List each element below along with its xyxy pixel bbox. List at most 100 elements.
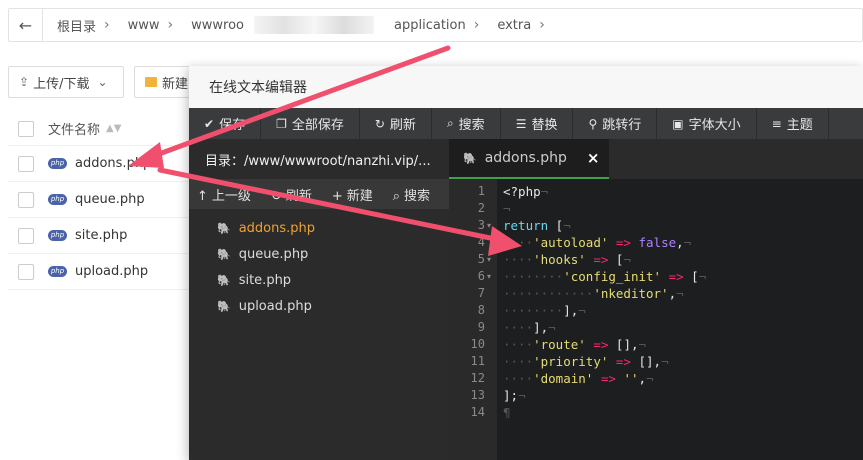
upload-download-button[interactable]: ⇪ 上传/下载 ⌄ xyxy=(8,66,124,98)
check-icon: ✔ xyxy=(204,116,215,131)
code-line: ];¬ xyxy=(503,388,526,403)
file-row[interactable]: php site.php xyxy=(8,218,198,254)
code-area[interactable]: <?php¬ ¬ return [¬ ····'autoload' => false,… xyxy=(497,179,863,460)
sidebar-action-plus[interactable]: + 新建 xyxy=(332,185,373,204)
file-name[interactable]: upload.php xyxy=(75,264,148,279)
font-size-icon: ▣ xyxy=(672,116,684,131)
breadcrumb-item-root[interactable]: 根目录 xyxy=(43,16,102,35)
code-line: ····'autoload' => false,¬ xyxy=(503,235,692,250)
sidebar-action-label: 搜索 xyxy=(404,188,431,204)
toolbar-button-label: 主题 xyxy=(786,118,813,133)
php-file-icon: php xyxy=(48,158,67,169)
sort-icon[interactable]: ▲▼ xyxy=(106,123,121,134)
line-number: 5 xyxy=(477,252,485,266)
toolbar-button-goto-line[interactable]: ⚲ 跳转行 xyxy=(573,108,658,139)
breadcrumb-item-www[interactable]: www xyxy=(112,18,166,33)
redacted-region xyxy=(254,16,375,34)
php-elephant-icon: 🐘 xyxy=(217,247,231,261)
file-row[interactable]: php addons.php xyxy=(8,146,198,182)
line-number: 1 xyxy=(477,184,485,198)
sidebar-file-name: queue.php xyxy=(238,246,309,262)
toolbar-button-copy[interactable]: ❐ 全部保存 xyxy=(261,108,360,139)
toolbar-button-check[interactable]: ✔ 保存 xyxy=(189,108,262,139)
sidebar-file-item[interactable]: 🐘 upload.php xyxy=(189,293,449,319)
refresh-icon: ↻ xyxy=(270,188,282,204)
editor-tab-bar: 🐘 addons.php × xyxy=(449,139,863,179)
file-checkbox[interactable] xyxy=(18,155,34,172)
fold-toggle-icon[interactable]: ▾ xyxy=(487,217,491,234)
sidebar-file-list: 🐘 addons.php 🐘 queue.php 🐘 site.php 🐘 upload.ph… xyxy=(189,209,449,319)
sidebar-file-item[interactable]: 🐘 addons.php xyxy=(189,215,449,241)
toolbar-button-label: 刷新 xyxy=(389,118,416,133)
file-name[interactable]: site.php xyxy=(75,228,127,243)
up-level-icon: ↑ xyxy=(197,188,208,204)
tab-addons[interactable]: 🐘 addons.php × xyxy=(449,139,609,179)
sidebar-action-label: 刷新 xyxy=(285,188,312,204)
sidebar-file-item[interactable]: 🐘 queue.php xyxy=(189,241,449,267)
breadcrumb-item-extra[interactable]: extra xyxy=(481,18,537,33)
toolbar-button-font-size[interactable]: ▣ 字体大小 xyxy=(657,108,757,139)
line-number: 12 xyxy=(470,371,485,385)
toolbar-button-theme[interactable]: ≡ 主题 xyxy=(757,108,829,139)
line-number-gutter: 1 2 3 ▾ 4 5 ▾ 6 ▾ 7 8 9 10 11 12 13 14 xyxy=(449,179,497,460)
file-name[interactable]: queue.php xyxy=(75,192,145,207)
sidebar-action-up-level[interactable]: ↑ 上一级 xyxy=(197,185,251,204)
close-icon[interactable]: × xyxy=(587,149,600,167)
chevron-down-icon: ⌄ xyxy=(97,75,108,89)
line-number: 11 xyxy=(470,354,485,368)
code-line: ····'route' => [],¬ xyxy=(503,337,647,352)
toolbar-button-label: 跳转行 xyxy=(602,118,642,133)
file-row[interactable]: php upload.php xyxy=(8,254,198,290)
php-file-icon: php xyxy=(48,230,67,241)
breadcrumb: ← 根目录 › www › wwwroo application › extra… xyxy=(8,8,863,42)
editor-title-bar[interactable]: 在线文本编辑器 xyxy=(189,66,863,108)
code-line: <?php¬ xyxy=(503,184,549,199)
sidebar-directory-path: 目录：/www/wwwroot/nanzhi.vip/... xyxy=(205,153,431,169)
new-folder-icon xyxy=(145,77,157,87)
sidebar-action-search[interactable]: ⌕ 搜索 xyxy=(393,185,430,204)
line-number: 6 xyxy=(477,269,485,283)
fold-toggle-icon[interactable]: ▾ xyxy=(487,251,491,268)
code-line: ············'nkeditor',¬ xyxy=(503,286,684,301)
php-file-icon: php xyxy=(48,266,67,277)
chevron-right-icon: › xyxy=(104,17,110,33)
toolbar-button-search[interactable]: ⌕ 搜索 xyxy=(432,108,501,139)
sidebar-file-item[interactable]: 🐘 site.php xyxy=(189,267,449,293)
code-line: ········],¬ xyxy=(503,303,586,318)
php-elephant-icon: 🐘 xyxy=(463,151,477,165)
code-line: ¶ xyxy=(503,405,511,420)
file-checkbox[interactable] xyxy=(18,263,34,280)
new-label: 新建 xyxy=(162,76,189,92)
select-all-checkbox[interactable] xyxy=(18,120,34,137)
chevron-right-icon: › xyxy=(539,17,545,33)
file-checkbox[interactable] xyxy=(18,191,34,208)
text-editor-window: 在线文本编辑器 ✔ 保存 ❐ 全部保存 ↻ 刷新 ⌕ 搜索 ☰ 替换 ⚲ 跳转行 ▣ 字体大小 ≡ 主题 目录… xyxy=(189,66,863,460)
column-header-filename[interactable]: 文件名称 xyxy=(48,119,100,138)
fold-toggle-icon[interactable]: ▾ xyxy=(487,268,491,285)
code-line: ¬ xyxy=(503,201,511,216)
chevron-right-icon: › xyxy=(167,17,174,33)
sidebar-file-name: site.php xyxy=(238,272,292,288)
back-arrow-icon[interactable]: ← xyxy=(9,9,43,41)
theme-icon: ≡ xyxy=(771,116,782,131)
plus-icon: + xyxy=(331,188,343,204)
file-row[interactable]: php queue.php xyxy=(8,182,198,218)
line-number: 2 xyxy=(477,201,485,215)
php-elephant-icon: 🐘 xyxy=(217,299,231,313)
code-line: ····'hooks' => [¬ xyxy=(503,252,631,267)
breadcrumb-item-wwwroot[interactable]: wwwroo xyxy=(175,18,250,33)
toolbar-button-label: 全部保存 xyxy=(291,118,344,133)
toolbar-button-refresh[interactable]: ↻ 刷新 xyxy=(360,108,432,139)
sidebar-action-refresh[interactable]: ↻ 刷新 xyxy=(271,185,312,204)
line-number: 7 xyxy=(477,286,485,300)
code-line: ········'config_init' => [¬ xyxy=(503,269,707,284)
sidebar-file-name: upload.php xyxy=(238,298,312,314)
editor-title: 在线文本编辑器 xyxy=(209,80,307,96)
file-name[interactable]: addons.php xyxy=(75,156,151,171)
toolbar-button-replace[interactable]: ☰ 替换 xyxy=(501,108,574,139)
file-checkbox[interactable] xyxy=(18,227,34,244)
toolbar-button-label: 替换 xyxy=(531,118,558,133)
breadcrumb-item-application[interactable]: application xyxy=(378,18,472,33)
php-elephant-icon: 🐘 xyxy=(217,221,231,235)
line-number: 10 xyxy=(470,337,485,351)
